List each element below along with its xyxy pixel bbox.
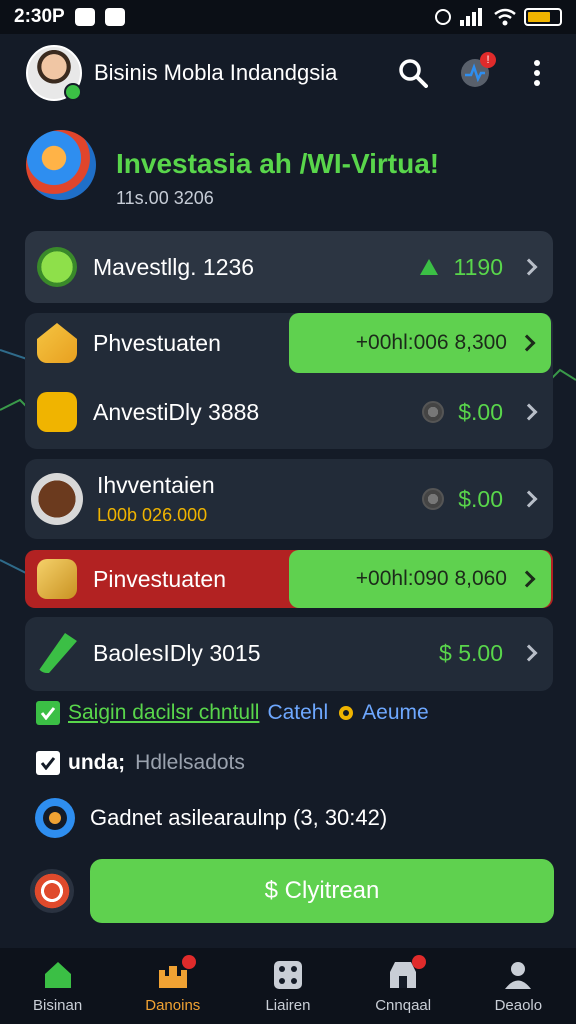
mail-icon xyxy=(104,8,125,26)
check-icon xyxy=(40,707,56,720)
avatar[interactable] xyxy=(26,45,82,101)
nav-label: Cnnqaal xyxy=(375,996,432,1014)
battery-icon xyxy=(524,8,562,26)
bottom-action: $ Clyitrean xyxy=(30,858,554,924)
row-amount: $.00 xyxy=(458,398,503,425)
nav-label: Deaolo xyxy=(494,996,543,1014)
investment-card[interactable]: BaolesIDly 3015 $ 5.00 xyxy=(25,617,553,691)
row-sublabel: L00b 026.000 xyxy=(97,505,208,525)
leaf-badge-icon xyxy=(419,259,438,275)
chevron-right-icon xyxy=(520,490,538,508)
search-button[interactable] xyxy=(396,56,430,90)
shop-icon xyxy=(386,954,427,991)
list-item[interactable]: Mavestllg. 1236 1190 xyxy=(25,247,553,287)
nav-item-home[interactable]: Bisinan xyxy=(8,959,108,1014)
row-label: BaolesIDly 3015 xyxy=(93,639,261,666)
investment-card[interactable]: Ihvventaien L00b 026.000 $.00 xyxy=(25,459,553,539)
checkbox-checked[interactable] xyxy=(36,751,60,775)
castle-icon xyxy=(156,954,196,991)
home-icon xyxy=(41,959,75,991)
nav-badge xyxy=(181,954,196,969)
investment-card-alert[interactable]: Pinvestuaten +00hl:090 8,060 xyxy=(25,550,553,608)
check-icon xyxy=(40,757,56,770)
row-label: Pinvestuaten xyxy=(93,565,226,592)
amount-pill[interactable]: +00hl:006 8,300 xyxy=(289,313,551,373)
cta-button[interactable]: $ Clyitrean xyxy=(90,859,554,923)
status-bar: 2:30P xyxy=(0,0,576,34)
list-item[interactable]: Ihvventaien L00b 026.000 $.00 xyxy=(25,469,553,529)
row-label: Phvestuaten xyxy=(93,329,221,356)
checkbox-checked[interactable] xyxy=(36,701,60,725)
wifi-icon xyxy=(494,8,516,26)
messenger-icon xyxy=(74,8,95,26)
pill-value: +00hl:006 8,300 xyxy=(355,331,507,354)
row-amount: 1190 xyxy=(453,253,503,280)
nav-item-profile[interactable]: Deaolo xyxy=(468,959,568,1014)
dartboard-icon xyxy=(30,869,74,913)
row-label: Ihvventaien xyxy=(97,472,215,498)
chart-up-icon xyxy=(37,633,77,673)
nav-label: Danoins xyxy=(145,996,201,1014)
chevron-right-icon xyxy=(518,570,536,588)
target-icon xyxy=(35,798,75,838)
list-item[interactable]: BaolesIDly 3015 $ 5.00 xyxy=(25,631,553,675)
dice-icon xyxy=(271,959,305,991)
option-extra: Hdlelsadots xyxy=(135,751,245,774)
amount-pill[interactable]: +00hl:090 8,060 xyxy=(289,550,551,608)
status-time: 2:30P xyxy=(14,6,65,27)
app-title: Bisinis Mobla Indandgsia xyxy=(94,60,338,85)
chevron-right-icon xyxy=(520,403,538,421)
chevron-right-icon xyxy=(520,258,538,276)
gear-icon xyxy=(339,706,354,720)
envelope-icon xyxy=(37,323,77,363)
info-text: Gadnet asilearaulnp (3, 30:42) xyxy=(90,805,388,830)
agreement-extra[interactable]: Aeume xyxy=(362,701,429,725)
investment-card[interactable]: Mavestllg. 1236 1190 xyxy=(25,231,553,303)
leaf-icon xyxy=(37,247,77,287)
row-amount: $.00 xyxy=(458,485,503,512)
nav-badge xyxy=(412,954,427,969)
row-amount: $ 5.00 xyxy=(439,639,503,666)
chevron-right-icon xyxy=(520,644,538,662)
row-label: AnvestiDly 3888 xyxy=(93,398,260,425)
more-vertical-icon xyxy=(534,60,540,86)
chevron-right-icon xyxy=(518,334,536,352)
hero-section: Investasia ah /WI-Virtua! 11s.00 3206 xyxy=(26,130,556,210)
list-item[interactable]: AnvestiDly 3888 $.00 xyxy=(25,391,553,433)
notifications-button[interactable]: ! xyxy=(458,52,496,90)
bottom-nav: Bisinan Danoins Liairen Cnnqaal Deaolo xyxy=(0,948,576,1024)
option-line: unda; Hdlelsadots xyxy=(36,748,556,778)
row-label: Mavestllg. 1236 xyxy=(93,253,255,280)
nav-item-shop[interactable]: Cnnqaal xyxy=(353,954,453,1014)
agreement-text[interactable]: Saigin dacilsr chntull xyxy=(68,701,259,725)
chest-icon xyxy=(31,473,83,525)
hero-title: Investasia ah /WI-Virtua! xyxy=(116,148,440,179)
nav-item-dice[interactable]: Liairen xyxy=(238,959,338,1014)
ticket-icon xyxy=(37,559,77,599)
investment-card: Phvestuaten +00hl:006 8,300 AnvestiDly 3… xyxy=(25,313,553,449)
search-icon xyxy=(399,59,428,88)
nav-item-castle[interactable]: Danoins xyxy=(123,954,223,1014)
alarm-icon xyxy=(435,9,451,25)
user-icon xyxy=(501,959,535,991)
agreement-line: Saigin dacilsr chntull Catehl Aeume xyxy=(36,698,556,728)
online-indicator xyxy=(64,83,82,101)
signal-icon xyxy=(460,8,482,26)
info-line: Gadnet asilearaulnp (3, 30:42) xyxy=(34,796,554,840)
option-text: unda; xyxy=(68,751,126,774)
coin-icon xyxy=(422,401,445,423)
nav-label: Liairen xyxy=(265,996,311,1014)
agreement-link[interactable]: Catehl xyxy=(267,701,328,725)
notification-badge: ! xyxy=(480,52,496,68)
list-item[interactable]: Pinvestuaten +00hl:090 8,060 xyxy=(25,550,553,608)
investment-icon xyxy=(26,130,96,200)
list-item[interactable]: Phvestuaten +00hl:006 8,300 xyxy=(25,313,553,373)
pill-value: +00hl:090 8,060 xyxy=(355,567,507,590)
nav-label: Bisinan xyxy=(32,996,83,1014)
more-options-button[interactable] xyxy=(520,56,554,90)
app-header: Bisinis Mobla Indandgsia ! xyxy=(0,34,576,112)
chip-icon xyxy=(37,392,77,432)
hero-subtitle: 11s.00 3206 xyxy=(116,188,214,208)
coin-icon xyxy=(422,488,445,510)
